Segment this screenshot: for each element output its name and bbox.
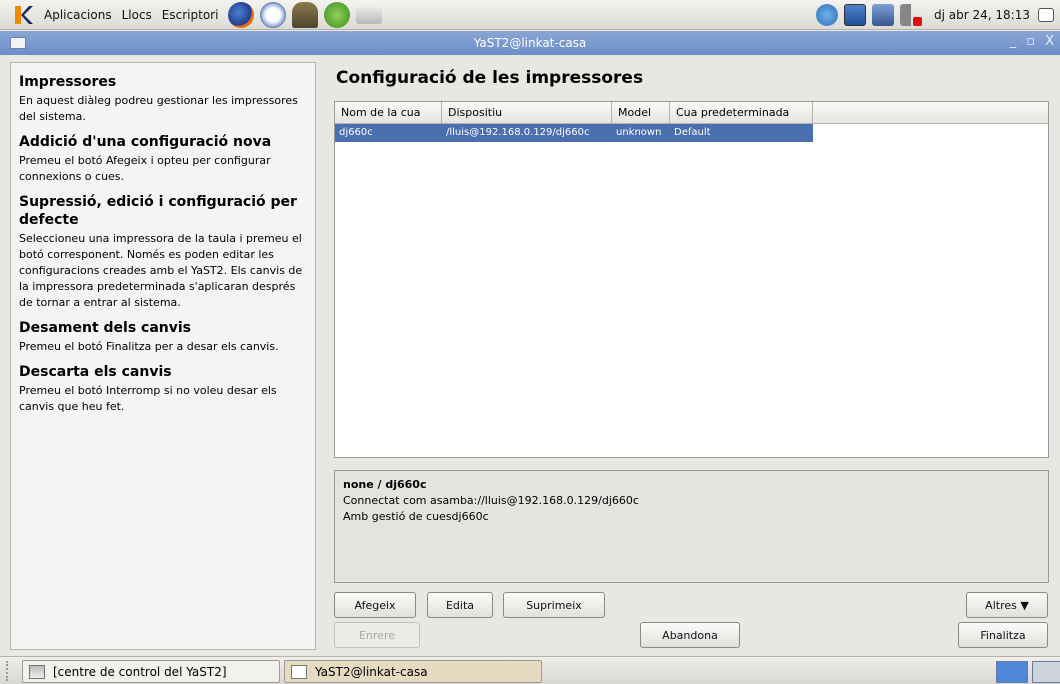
mail-client-icon[interactable] — [260, 1, 287, 28]
help-pane: Impressores En aquest diàleg podreu gest… — [10, 62, 316, 650]
printer-info-panel: none / dj660c Connectat com asamba://llu… — [334, 470, 1049, 583]
cell-default: Default — [674, 127, 711, 138]
bottom-panel: [centre de control del YaST2] YaST2@link… — [0, 656, 1060, 684]
column-header-default[interactable]: Cua predeterminada — [670, 102, 813, 123]
top-panel: Aplicacions Llocs Escriptori dj abr 24, … — [0, 0, 1060, 30]
panel-handle[interactable] — [6, 661, 16, 681]
taskbar-item-yast[interactable]: YaST2@linkat-casa — [284, 660, 542, 683]
window-title: YaST2@linkat-casa — [473, 36, 587, 50]
minimize-icon[interactable]: _ — [1010, 34, 1017, 49]
gimp-icon[interactable] — [292, 1, 319, 28]
help-text-discard: Premeu el botó Interromp si no voleu des… — [19, 384, 277, 413]
edit-button[interactable]: Edita — [427, 592, 493, 618]
help-text-add: Premeu el botó Afegeix i opteu per confi… — [19, 154, 271, 183]
menu-applications[interactable]: Aplicacions — [44, 8, 112, 22]
monitor-icon[interactable] — [844, 4, 867, 26]
show-desktop-icon[interactable] — [1038, 8, 1054, 22]
info-queue: Amb gestió de cuesdj660c — [343, 510, 489, 523]
help-title-add: Addició d'una configuració nova — [19, 134, 272, 150]
clock[interactable]: dj abr 24, 18:13 — [934, 8, 1030, 22]
help-text-delete-edit: Seleccioneu una impressora de la taula i… — [19, 232, 303, 309]
menu-desktop[interactable]: Escriptori — [162, 8, 219, 22]
menu-places[interactable]: Llocs — [122, 8, 152, 22]
window-titlebar[interactable]: YaST2@linkat-casa _ ▫ X — [0, 31, 1060, 55]
maximize-icon[interactable]: ▫ — [1026, 34, 1035, 49]
window-controls: _ ▫ X — [1010, 34, 1054, 49]
finish-button[interactable]: Finalitza — [958, 622, 1048, 648]
table-header: Nom de la cua Dispositiu Model Cua prede… — [335, 102, 1048, 124]
cell-device: /lluis@192.168.0.129/dj660c — [446, 127, 590, 138]
delete-button[interactable]: Suprimeix — [503, 592, 605, 618]
other-dropdown-button[interactable]: Altres ▼ — [966, 592, 1048, 618]
window-menu-icon[interactable] — [10, 37, 26, 49]
help-title-discard: Descarta els canvis — [19, 364, 172, 380]
network-icon[interactable] — [816, 4, 839, 26]
control-center-icon — [29, 664, 45, 679]
volume-muted-icon[interactable] — [900, 4, 923, 26]
taskbar-item-control-center[interactable]: [centre de control del YaST2] — [22, 660, 280, 683]
system-tray: dj abr 24, 18:13 — [816, 0, 1060, 30]
close-icon[interactable]: X — [1045, 34, 1054, 49]
connection-icon[interactable] — [872, 4, 895, 26]
file-manager-icon[interactable] — [356, 5, 383, 24]
help-title-save: Desament dels canvis — [19, 320, 192, 336]
column-header-queue[interactable]: Nom de la cua — [335, 102, 442, 123]
column-header-device[interactable]: Dispositiu — [442, 102, 612, 123]
taskbar-item-label: [centre de control del YaST2] — [53, 664, 227, 679]
taskbar-item-label: YaST2@linkat-casa — [315, 664, 428, 679]
firefox-icon[interactable] — [228, 1, 255, 28]
page-title: Configuració de les impressores — [336, 68, 644, 88]
workspace-2[interactable] — [1032, 661, 1060, 683]
column-header-model[interactable]: Model — [612, 102, 670, 123]
cell-model: unknown — [616, 127, 662, 138]
info-connection: Connectat com asamba://lluis@192.168.0.1… — [343, 494, 639, 507]
abort-button[interactable]: Abandona — [640, 622, 740, 648]
help-text-save: Premeu el botó Finalitza per a desar els… — [19, 340, 279, 353]
cell-queue: dj660c — [339, 127, 373, 138]
help-title-printers: Impressores — [19, 74, 117, 90]
workspace-1[interactable] — [996, 661, 1028, 683]
back-button[interactable]: Enrere — [334, 622, 420, 648]
linkat-logo-icon[interactable] — [12, 4, 34, 26]
info-title: none / dj660c — [343, 478, 427, 491]
window-icon — [291, 664, 307, 679]
help-title-delete-edit: Supressió, edició i configuració per def… — [19, 194, 297, 228]
help-text-printers: En aquest diàleg podreu gestionar les im… — [19, 94, 298, 123]
add-button[interactable]: Afegeix — [334, 592, 416, 618]
openoffice-icon[interactable] — [324, 1, 351, 28]
printer-table[interactable]: Nom de la cua Dispositiu Model Cua prede… — [334, 101, 1049, 458]
table-row[interactable]: dj660c /lluis@192.168.0.129/dj660c unkno… — [335, 124, 813, 142]
